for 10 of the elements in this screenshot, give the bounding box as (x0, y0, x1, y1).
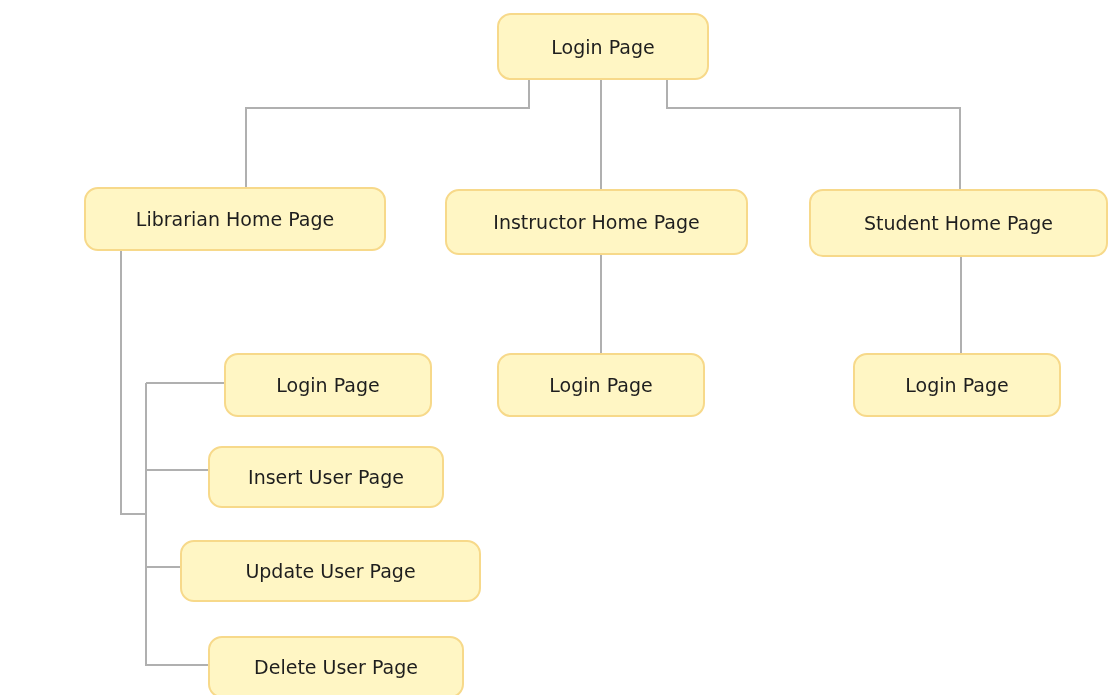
page-node: Insert User Page (208, 446, 444, 508)
page-node: Login Page (853, 353, 1061, 417)
page-node: Update User Page (180, 540, 481, 602)
page-node: Login Page (224, 353, 432, 417)
page-node: Login Page (497, 13, 709, 80)
page-node: Student Home Page (809, 189, 1108, 257)
page-node: Instructor Home Page (445, 189, 748, 255)
page-node: Delete User Page (208, 636, 464, 695)
page-node: Librarian Home Page (84, 187, 386, 251)
page-node: Login Page (497, 353, 705, 417)
